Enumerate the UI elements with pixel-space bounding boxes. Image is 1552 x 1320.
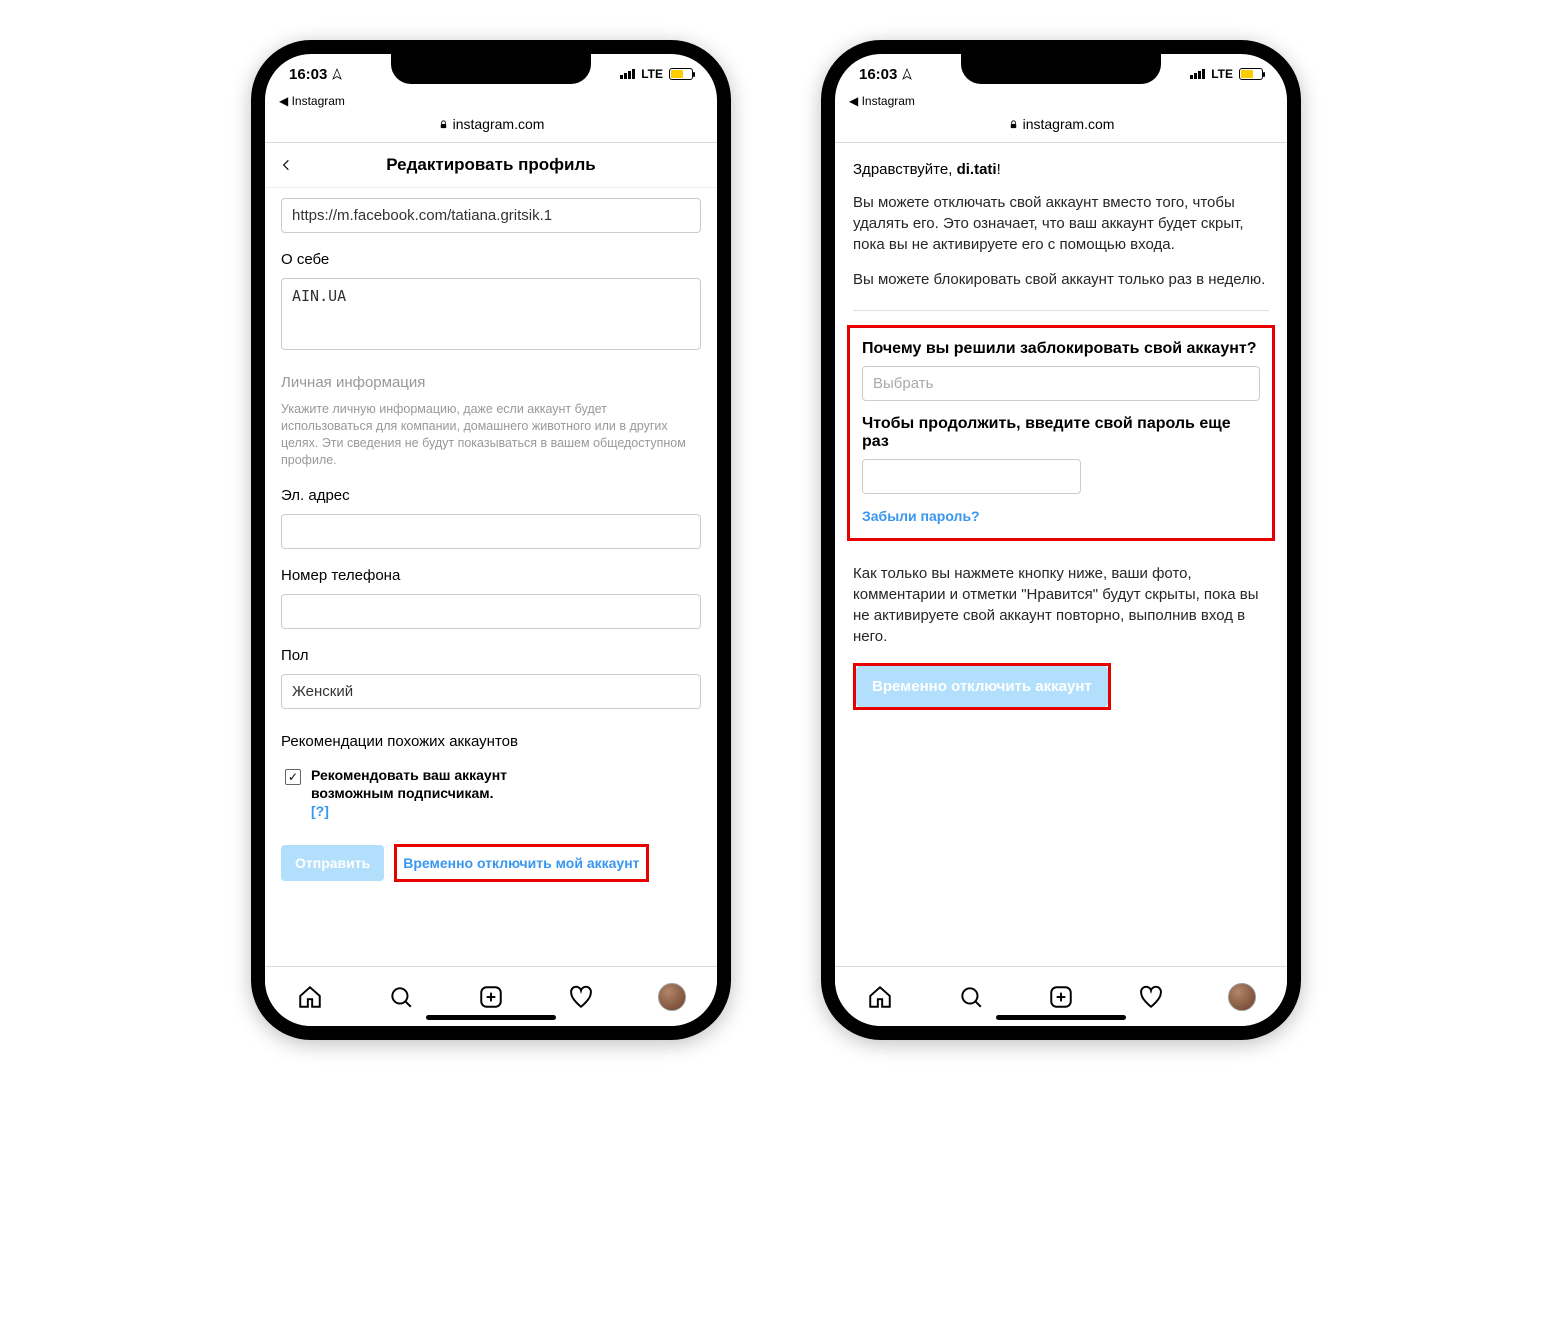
personal-info-text: Укажите личную информацию, даже если акк… [281, 401, 701, 469]
gender-label: Пол [281, 647, 701, 664]
status-time: 16:03 [289, 66, 327, 83]
recommend-checkbox[interactable]: ✓ [285, 769, 301, 785]
battery-icon [669, 68, 693, 80]
back-icon[interactable] [279, 155, 293, 175]
phone-mockup-right: 16:03 LTE ◀ Instagram instagram.com Здра… [821, 40, 1301, 1040]
website-input[interactable] [281, 198, 701, 233]
location-icon [901, 68, 913, 80]
password-question: Чтобы продолжить, введите свой пароль ещ… [862, 415, 1260, 451]
lock-icon [438, 119, 449, 130]
page-content-right: Здравствуйте, di.tati! Вы можете отключа… [835, 143, 1287, 966]
temporarily-disable-link[interactable]: Временно отключить мой аккаунт [394, 844, 648, 882]
search-icon[interactable] [387, 983, 415, 1011]
profile-avatar[interactable] [658, 983, 686, 1011]
highlight-form-section: Почему вы решили заблокировать свой акка… [847, 325, 1275, 541]
greeting-text: Здравствуйте, di.tati! [835, 143, 1287, 178]
url-text: instagram.com [453, 116, 545, 132]
address-bar[interactable]: instagram.com [835, 110, 1287, 143]
activity-icon[interactable] [567, 983, 595, 1011]
network-label: LTE [641, 67, 663, 81]
info-paragraph-2: Вы можете блокировать свой аккаунт тольк… [835, 269, 1287, 290]
page-header: Редактировать профиль [265, 143, 717, 188]
activity-icon[interactable] [1137, 983, 1165, 1011]
network-label: LTE [1211, 67, 1233, 81]
notch [961, 54, 1161, 84]
url-text: instagram.com [1023, 116, 1115, 132]
temporarily-disable-button[interactable]: Временно отключить аккаунт [856, 666, 1108, 707]
lock-icon [1008, 119, 1019, 130]
back-to-app[interactable]: ◀ Instagram [835, 94, 1287, 110]
phone-mockup-left: 16:03 LTE ◀ Instagram instagram.com Реда… [251, 40, 731, 1040]
info-paragraph-3: Как только вы нажмете кнопку ниже, ваши … [835, 563, 1287, 647]
phone-input[interactable] [281, 594, 701, 629]
home-indicator[interactable] [996, 1015, 1126, 1020]
home-icon[interactable] [866, 983, 894, 1011]
search-icon[interactable] [957, 983, 985, 1011]
profile-avatar[interactable] [1228, 983, 1256, 1011]
status-time: 16:03 [859, 66, 897, 83]
reason-question: Почему вы решили заблокировать свой акка… [862, 340, 1260, 358]
notch [391, 54, 591, 84]
divider [853, 310, 1269, 311]
battery-icon [1239, 68, 1263, 80]
bio-textarea[interactable]: AIN.UA [281, 278, 701, 350]
back-to-app[interactable]: ◀ Instagram [265, 94, 717, 110]
add-post-icon[interactable] [1047, 983, 1075, 1011]
home-indicator[interactable] [426, 1015, 556, 1020]
add-post-icon[interactable] [477, 983, 505, 1011]
recommend-label: Рекомендовать ваш аккаунт возможным подп… [311, 767, 507, 801]
info-paragraph-1: Вы можете отключать свой аккаунт вместо … [835, 192, 1287, 255]
personal-info-title: Личная информация [281, 374, 701, 391]
forgot-password-link[interactable]: Забыли пароль? [862, 508, 980, 524]
email-label: Эл. адрес [281, 487, 701, 504]
similar-accounts-title: Рекомендации похожих аккаунтов [281, 733, 701, 750]
password-input[interactable] [862, 459, 1081, 494]
gender-input[interactable] [281, 674, 701, 709]
home-icon[interactable] [296, 983, 324, 1011]
help-link[interactable]: [?] [311, 803, 329, 819]
reason-select[interactable]: Выбрать [862, 366, 1260, 401]
page-title: Редактировать профиль [386, 155, 595, 175]
address-bar[interactable]: instagram.com [265, 110, 717, 143]
page-content-left: Редактировать профиль О себе AIN.UA Личн… [265, 143, 717, 966]
bio-label: О себе [281, 251, 701, 268]
location-icon [331, 68, 343, 80]
submit-button[interactable]: Отправить [281, 845, 384, 881]
signal-icon [1190, 69, 1205, 79]
phone-label: Номер телефона [281, 567, 701, 584]
email-input[interactable] [281, 514, 701, 549]
signal-icon [620, 69, 635, 79]
